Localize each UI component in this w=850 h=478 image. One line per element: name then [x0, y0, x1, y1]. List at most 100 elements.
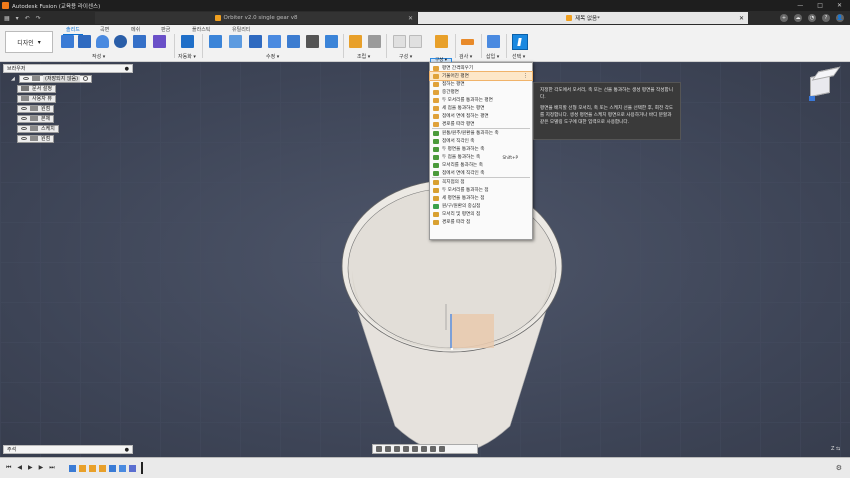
- visibility-eye-icon[interactable]: [21, 127, 27, 130]
- align-icon[interactable]: [325, 35, 338, 48]
- display-settings-icon[interactable]: [421, 446, 427, 452]
- menu-item[interactable]: 점에서 면에 접하는 평면: [430, 112, 532, 120]
- press-pull-icon[interactable]: [209, 35, 222, 48]
- construct-plane-icon[interactable]: [435, 35, 448, 48]
- menu-item[interactable]: 평면 간격띄우기: [430, 64, 532, 72]
- pin-icon[interactable]: ●: [125, 66, 129, 72]
- timeline-marker[interactable]: [140, 462, 143, 474]
- timeline-sketch-icon[interactable]: [68, 464, 76, 472]
- tab-solid[interactable]: 솔리드: [63, 26, 83, 35]
- comments-panel[interactable]: 주석 ●: [3, 445, 133, 454]
- data-panel-icon[interactable]: ▦: [4, 15, 10, 22]
- menu-item[interactable]: 점에서 면에 직각인 축: [430, 169, 532, 177]
- fillet-icon[interactable]: [229, 35, 242, 48]
- expand-arrow-icon[interactable]: ▸: [3, 106, 20, 112]
- close-tab-icon[interactable]: ✕: [408, 15, 413, 22]
- tab-utilities[interactable]: 유틸리티: [232, 26, 250, 33]
- pattern-icon[interactable]: [133, 35, 146, 48]
- menu-item[interactable]: 중간평면: [430, 88, 532, 96]
- orbit-icon[interactable]: [376, 446, 382, 452]
- menu-item[interactable]: 접하는 평면: [430, 80, 532, 88]
- parameters-icon[interactable]: [409, 35, 422, 48]
- timeline-plane-icon[interactable]: [78, 464, 86, 472]
- automate-icon[interactable]: [181, 35, 194, 48]
- notifications-icon[interactable]: ◔: [808, 14, 816, 22]
- menu-item[interactable]: 경로를 따라 점: [430, 218, 532, 226]
- expand-arrow-icon[interactable]: ▸: [3, 136, 20, 142]
- move-icon[interactable]: [306, 35, 319, 48]
- gear-icon[interactable]: ⚙: [836, 464, 842, 472]
- inspect-menu[interactable]: 검사 ▾: [459, 53, 472, 60]
- browser-item-origin[interactable]: ▸ 원점: [3, 104, 133, 113]
- menu-item[interactable]: 원통/원추/원환을 통과하는 축: [430, 129, 532, 137]
- joint-icon[interactable]: [368, 35, 381, 48]
- visibility-eye-icon[interactable]: [21, 137, 27, 140]
- timeline-shell-icon[interactable]: [128, 464, 136, 472]
- timeline-plane-icon[interactable]: [88, 464, 96, 472]
- go-to-start-icon[interactable]: ⏮: [6, 464, 11, 472]
- look-at-icon[interactable]: [385, 446, 391, 452]
- timeline-extrude-icon[interactable]: [118, 464, 126, 472]
- expand-arrow-icon[interactable]: ▸: [3, 96, 20, 102]
- viewports-icon[interactable]: [439, 446, 445, 452]
- menu-item[interactable]: 두 점을 통과하는 축 Shift+P: [430, 153, 532, 161]
- create-menu[interactable]: 작성 ▾: [92, 53, 105, 60]
- minimize-button[interactable]: —: [797, 2, 803, 9]
- combine-icon[interactable]: [287, 35, 300, 48]
- menu-item[interactable]: 모서리를 통과하는 축: [430, 161, 532, 169]
- visibility-eye-icon[interactable]: [21, 107, 27, 110]
- expand-arrow-icon[interactable]: ▸: [3, 116, 20, 122]
- visibility-eye-icon[interactable]: [21, 117, 27, 120]
- play-icon[interactable]: ▶: [28, 464, 33, 472]
- menu-item[interactable]: 기울어진 평면 ⋮: [429, 71, 533, 81]
- modify-menu[interactable]: 수정 ▾: [266, 53, 279, 60]
- zoom-icon[interactable]: [403, 446, 409, 452]
- menu-item[interactable]: 두 모서리를 통과하는 평면: [430, 96, 532, 104]
- document-tab-untitled[interactable]: 제목 없음* ✕: [418, 12, 748, 24]
- extrude-icon[interactable]: [78, 35, 91, 48]
- insert-image-icon[interactable]: [487, 35, 500, 48]
- select-icon[interactable]: [512, 34, 528, 50]
- grid-settings-icon[interactable]: [430, 446, 436, 452]
- automate-menu[interactable]: 자동화 ▾: [178, 53, 196, 60]
- assemble-menu[interactable]: 조립 ▾: [357, 53, 370, 60]
- timeline-plane-icon[interactable]: [98, 464, 106, 472]
- select-menu[interactable]: 선택 ▾: [512, 53, 525, 60]
- browser-item-named-views[interactable]: ▸ 사용자 뷰: [3, 94, 133, 103]
- expand-arrow-icon[interactable]: ▸: [3, 86, 20, 92]
- browser-root-node[interactable]: ◢ (저장되지 않음): [3, 74, 133, 83]
- expand-arrow-icon[interactable]: ▸: [3, 126, 20, 132]
- view-cube[interactable]: [810, 72, 830, 98]
- help-icon[interactable]: ?: [822, 14, 830, 22]
- new-component-icon[interactable]: [349, 35, 362, 48]
- go-to-end-icon[interactable]: ⏭: [49, 464, 54, 472]
- menu-item[interactable]: 모서리 및 평면의 점: [430, 210, 532, 218]
- workspace-switcher[interactable]: 디자인 ▾: [5, 31, 53, 53]
- menu-item[interactable]: 두 평면을 통과하는 축: [430, 145, 532, 153]
- measure-icon[interactable]: [461, 39, 474, 45]
- menu-item[interactable]: 세 평면을 통과하는 점: [430, 194, 532, 202]
- menu-item[interactable]: 꼭지점의 점: [430, 178, 532, 186]
- menu-item[interactable]: 경로를 따라 평면: [430, 120, 532, 128]
- step-forward-icon[interactable]: ▶: [39, 464, 44, 472]
- menu-item[interactable]: 점에서 직각인 축: [430, 137, 532, 145]
- menu-item[interactable]: 두 모서리를 통과하는 점: [430, 186, 532, 194]
- pin-icon[interactable]: ●: [125, 447, 129, 453]
- create-form-icon[interactable]: [153, 35, 166, 48]
- close-window-button[interactable]: ✕: [837, 2, 842, 9]
- pan-icon[interactable]: [394, 446, 400, 452]
- visibility-eye-icon[interactable]: [23, 77, 29, 80]
- configure-icon[interactable]: [393, 35, 406, 48]
- activate-radio-icon[interactable]: [83, 76, 89, 81]
- tab-mesh[interactable]: 메쉬: [131, 26, 140, 33]
- hole-icon[interactable]: [114, 35, 127, 48]
- menu-item[interactable]: 세 점을 통과하는 평면: [430, 104, 532, 112]
- tab-surface[interactable]: 곡면: [100, 26, 109, 33]
- browser-item-sketches[interactable]: ▸ 스케치: [3, 124, 133, 133]
- browser-item-document-settings[interactable]: ▸ 문서 설정: [3, 84, 133, 93]
- new-tab-icon[interactable]: +: [780, 14, 788, 22]
- user-avatar[interactable]: 👤: [836, 14, 844, 22]
- document-tab-orbiter[interactable]: Orbiter v2.0 single gear v8 ✕: [95, 12, 417, 24]
- timeline-sketch-icon[interactable]: [108, 464, 116, 472]
- job-status-icon[interactable]: ☁: [794, 14, 802, 22]
